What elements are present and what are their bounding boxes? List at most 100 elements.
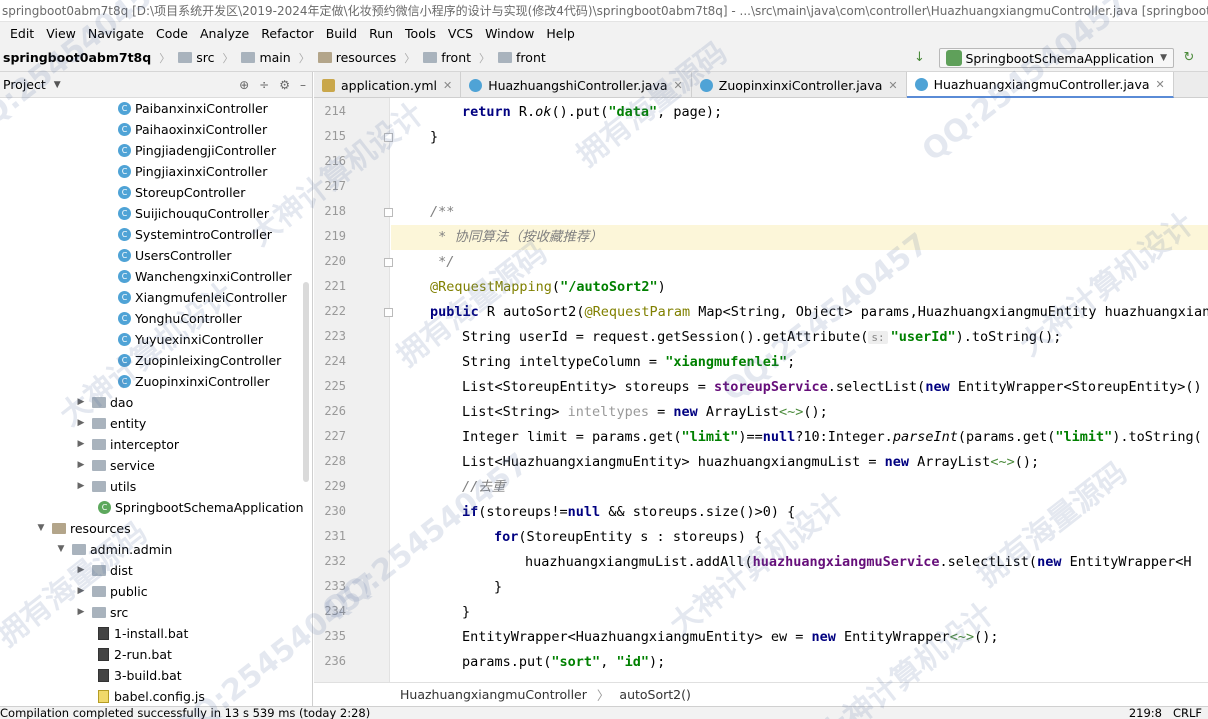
line-separator[interactable]: CRLF	[1173, 707, 1202, 719]
tab-huazhuangshi-controller[interactable]: HuazhuangshiController.java ✕	[461, 72, 692, 98]
chevron-down-icon[interactable]: ▼	[54, 80, 61, 90]
tree-item[interactable]: C ZuopinxinxiController	[118, 371, 270, 392]
tree-item[interactable]: 3-build.bat	[98, 665, 182, 686]
tree-item[interactable]: ▶ interceptor	[74, 434, 180, 455]
java-class-icon: C	[118, 102, 131, 115]
tree-item[interactable]: C PingjiadengjiController	[118, 140, 276, 161]
build-icon[interactable]: ↓	[913, 51, 927, 65]
tree-item[interactable]: ▶ entity	[74, 413, 147, 434]
close-icon[interactable]: ✕	[888, 79, 897, 92]
tree-item-label: babel.config.js	[114, 689, 205, 704]
menu-navigate[interactable]: Navigate	[82, 26, 150, 41]
tree-item[interactable]: 1-install.bat	[98, 623, 188, 644]
chevron-right-icon[interactable]: ▶	[74, 455, 88, 476]
crumb-front-2[interactable]: front	[494, 44, 550, 72]
collapse-icon[interactable]: ÷	[259, 78, 269, 92]
menu-run[interactable]: Run	[363, 26, 399, 41]
menu-view[interactable]: View	[40, 26, 82, 41]
crumb-main[interactable]: main	[237, 44, 294, 72]
project-scrollbar[interactable]	[303, 282, 309, 482]
project-view-selector[interactable]: Project	[3, 77, 46, 92]
line-number: 220	[324, 254, 346, 268]
tree-item[interactable]: C YuyuexinxiController	[118, 329, 263, 350]
line-number-gutter: 214 215 216 217 218 219 220 221 222 223 224 225 226 2…	[314, 98, 393, 682]
tree-item[interactable]: C SystemintroController	[118, 224, 272, 245]
tree-item[interactable]: C PingjiaxinxiController	[118, 161, 267, 182]
tree-item[interactable]: C PaihaoxinxiController	[118, 119, 267, 140]
tree-item[interactable]: ▶ dist	[74, 560, 133, 581]
tree-item[interactable]: ▼ resources	[34, 518, 131, 539]
menu-analyze[interactable]: Analyze	[194, 26, 255, 41]
menu-code[interactable]: Code	[150, 26, 194, 41]
line-number: 222	[324, 304, 346, 318]
tree-item[interactable]: C YonghuController	[118, 308, 242, 329]
menu-edit[interactable]: Edit	[4, 26, 40, 41]
tree-item[interactable]: C WanchengxinxiController	[118, 266, 292, 287]
tree-item[interactable]: C XiangmufenleiController	[118, 287, 287, 308]
tree-item[interactable]: ▶ public	[74, 581, 148, 602]
code-line-231: for(StoreupEntity s : storeups) {	[494, 529, 763, 545]
code-line-215: }	[430, 129, 439, 145]
tree-item[interactable]: 2-run.bat	[98, 644, 172, 665]
locate-icon[interactable]: ⊕	[239, 78, 249, 92]
close-icon[interactable]: ✕	[443, 79, 452, 92]
folder-icon	[92, 460, 106, 471]
breadcrumb-method[interactable]: autoSort2()	[619, 687, 690, 702]
crumb-src[interactable]: src	[174, 44, 218, 72]
tree-item-label: src	[110, 605, 129, 620]
tree-item[interactable]: babel.config.js	[98, 686, 205, 706]
code-area[interactable]: return R.ok().put("data", page); } /** *…	[391, 98, 1208, 682]
tree-item[interactable]: C StoreupController	[118, 182, 245, 203]
close-icon[interactable]: ✕	[1156, 78, 1165, 91]
tree-item-label: admin.admin	[90, 542, 173, 557]
tree-item[interactable]: ▼ admin.admin	[54, 539, 173, 560]
breadcrumb-class[interactable]: HuazhuangxiangmuController	[400, 687, 587, 702]
tree-item[interactable]: C SpringbootSchemaApplication	[98, 497, 304, 518]
menu-build[interactable]: Build	[320, 26, 363, 41]
java-class-icon	[699, 78, 713, 92]
tree-item[interactable]: ▶ utils	[74, 476, 137, 497]
chevron-right-icon[interactable]: ▶	[74, 560, 88, 581]
gear-icon[interactable]: ⚙	[279, 78, 290, 92]
menu-help[interactable]: Help	[540, 26, 581, 41]
crumb-resources[interactable]: resources	[314, 44, 401, 72]
crumb-front[interactable]: front	[419, 44, 475, 72]
close-icon[interactable]: ✕	[674, 79, 683, 92]
chevron-right-icon[interactable]: ▶	[74, 602, 88, 623]
tab-application-yml[interactable]: application.yml ✕	[314, 72, 462, 98]
tree-item-label: entity	[110, 416, 147, 431]
line-number: 216	[324, 154, 346, 168]
rerun-icon[interactable]: ↻	[1182, 51, 1196, 65]
chevron-down-icon[interactable]: ▼	[54, 539, 68, 560]
tree-item-label: dist	[110, 563, 133, 578]
tree-item[interactable]: C SuijichouquController	[118, 203, 269, 224]
chevron-right-icon[interactable]: ▶	[74, 581, 88, 602]
chevron-down-icon[interactable]: ▼	[34, 518, 48, 539]
tree-item-label: XiangmufenleiController	[135, 290, 287, 305]
code-line-233: }	[494, 579, 503, 595]
tree-item[interactable]: ▶ src	[74, 602, 129, 623]
code-line-218: /**	[430, 204, 455, 220]
java-class-icon: C	[118, 123, 131, 136]
chevron-right-icon[interactable]: ▶	[74, 434, 88, 455]
menu-refactor[interactable]: Refactor	[255, 26, 319, 41]
chevron-right-icon[interactable]: ▶	[74, 392, 88, 413]
menu-window[interactable]: Window	[479, 26, 540, 41]
tree-item[interactable]: ▶ dao	[74, 392, 134, 413]
tree-item[interactable]: C UsersController	[118, 245, 232, 266]
tree-item[interactable]: C ZuopinleixingController	[118, 350, 281, 371]
caret-position[interactable]: 219:8	[1129, 707, 1162, 719]
tab-huazhuangxiangmu-controller[interactable]: HuazhuangxiangmuController.java ✕	[906, 72, 1174, 98]
status-message[interactable]: Compilation completed successfully in 13…	[0, 707, 370, 719]
menu-vcs[interactable]: VCS	[442, 26, 479, 41]
tab-zuopinxinxi-controller[interactable]: ZuopinxinxiController.java ✕	[692, 72, 907, 98]
run-configuration-select[interactable]: SpringbootSchemaApplication ▼	[938, 48, 1174, 68]
tree-item[interactable]: ▶ service	[74, 455, 155, 476]
tree-item[interactable]: C PaibanxinxiController	[118, 98, 268, 119]
menu-tools[interactable]: Tools	[399, 26, 442, 41]
chevron-right-icon[interactable]: ▶	[74, 413, 88, 434]
tree-item-label: 2-run.bat	[114, 647, 172, 662]
chevron-right-icon[interactable]: ▶	[74, 476, 88, 497]
hide-icon[interactable]: –	[300, 78, 306, 92]
crumb-project[interactable]: springboot0abm7t8q	[0, 44, 155, 72]
